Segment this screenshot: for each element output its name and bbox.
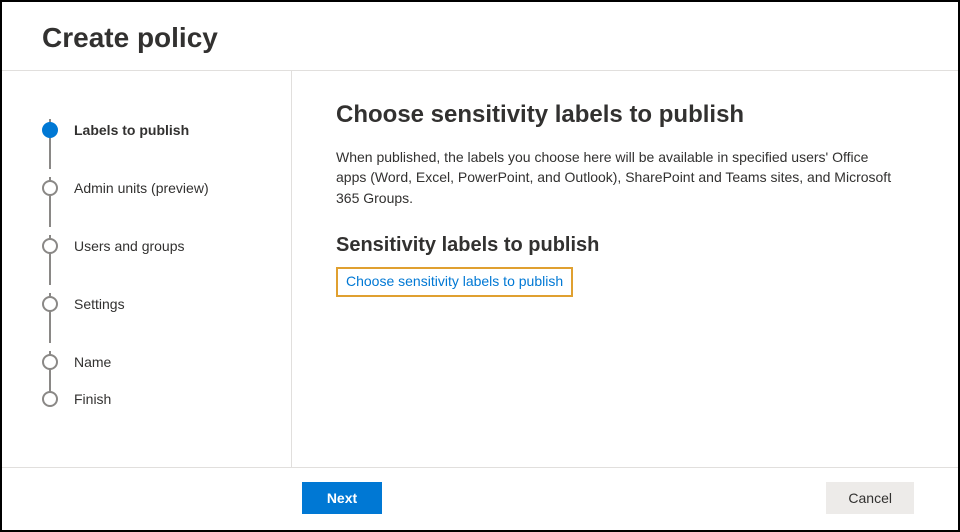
step-name[interactable]: Name <box>42 333 271 391</box>
step-users-and-groups[interactable]: Users and groups <box>42 217 271 275</box>
step-labels-to-publish[interactable]: Labels to publish <box>42 101 271 159</box>
step-list: Labels to publish Admin units (preview) … <box>42 101 271 407</box>
body: Labels to publish Admin units (preview) … <box>2 71 958 467</box>
choose-labels-highlight: Choose sensitivity labels to publish <box>336 267 573 297</box>
step-finish[interactable]: Finish <box>42 391 271 407</box>
step-label: Settings <box>74 296 125 312</box>
step-marker-icon <box>42 354 58 370</box>
cancel-button[interactable]: Cancel <box>826 482 914 514</box>
step-label: Finish <box>74 391 111 407</box>
step-marker-icon <box>42 238 58 254</box>
footer: Next Cancel <box>2 467 958 530</box>
page-title: Create policy <box>42 22 918 54</box>
step-marker-icon <box>42 180 58 196</box>
next-button[interactable]: Next <box>302 482 382 514</box>
choose-labels-link[interactable]: Choose sensitivity labels to publish <box>346 273 563 289</box>
step-settings[interactable]: Settings <box>42 275 271 333</box>
sub-heading: Sensitivity labels to publish <box>336 234 914 257</box>
step-admin-units[interactable]: Admin units (preview) <box>42 159 271 217</box>
header: Create policy <box>2 2 958 71</box>
step-label: Labels to publish <box>74 122 189 138</box>
step-marker-icon <box>42 391 58 407</box>
step-label: Users and groups <box>74 238 185 254</box>
step-label: Name <box>74 354 111 370</box>
step-marker-icon <box>42 122 58 138</box>
step-label: Admin units (preview) <box>74 180 209 196</box>
step-marker-icon <box>42 296 58 312</box>
main-content: Choose sensitivity labels to publish Whe… <box>292 71 958 467</box>
main-description: When published, the labels you choose he… <box>336 147 896 208</box>
wizard-sidebar: Labels to publish Admin units (preview) … <box>2 71 292 467</box>
main-heading: Choose sensitivity labels to publish <box>336 101 914 129</box>
